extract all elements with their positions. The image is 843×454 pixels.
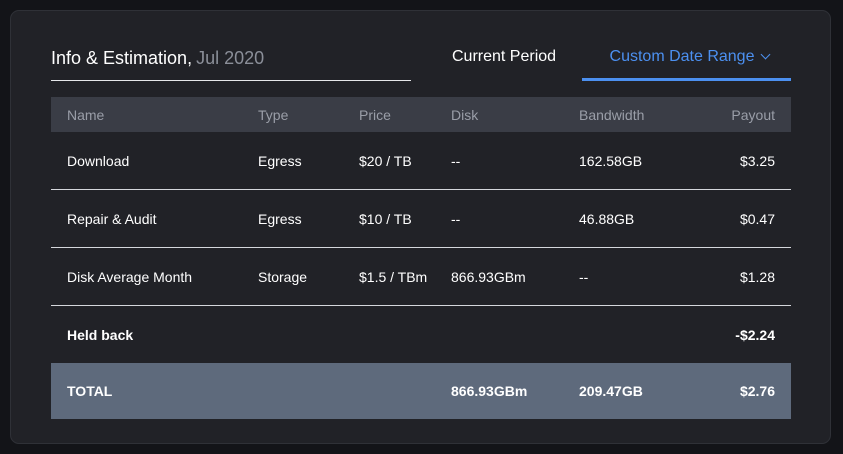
row-bandwidth: -- bbox=[579, 268, 589, 285]
total-row: TOTAL 866.93GBm 209.47GB $2.76 bbox=[51, 363, 791, 419]
period-text: Jul 2020 bbox=[196, 48, 265, 68]
row-price: $20 / TB bbox=[359, 152, 412, 169]
column-header-price: Price bbox=[359, 106, 391, 123]
row-type: Storage bbox=[258, 268, 308, 285]
column-header-name: Name bbox=[67, 106, 105, 123]
row-payout: $1.28 bbox=[739, 268, 775, 285]
total-bandwidth: 209.47GB bbox=[579, 383, 643, 399]
tab-current-period[interactable]: Current Period bbox=[452, 48, 556, 80]
tab-custom-date-range[interactable]: Custom Date Range bbox=[582, 48, 791, 81]
title-text: Info & Estimation, bbox=[51, 48, 193, 68]
row-disk: 866.93GBm bbox=[451, 268, 526, 285]
row-price: $10 / TB bbox=[359, 210, 412, 227]
table-row: Download Egress $20 / TB -- 162.58GB $3.… bbox=[51, 132, 791, 190]
row-bandwidth: 162.58GB bbox=[579, 152, 643, 169]
row-disk: -- bbox=[451, 152, 461, 169]
card-title: Info & Estimation, Jul 2020 bbox=[51, 48, 411, 81]
row-bandwidth: 46.88GB bbox=[579, 210, 635, 227]
row-payout: $3.25 bbox=[739, 152, 775, 169]
tab-custom-date-range-label: Custom Date Range bbox=[609, 48, 755, 65]
table-header-row: Name Type Price Disk Bandwidth Payout bbox=[51, 97, 791, 132]
total-label: TOTAL bbox=[67, 383, 113, 399]
chevron-down-icon bbox=[761, 49, 771, 60]
row-payout: $0.47 bbox=[739, 210, 775, 227]
tab-current-period-label: Current Period bbox=[452, 48, 557, 65]
column-header-bandwidth: Bandwidth bbox=[579, 106, 645, 123]
row-name: Repair & Audit bbox=[67, 210, 157, 227]
table-row: Repair & Audit Egress $10 / TB -- 46.88G… bbox=[51, 190, 791, 248]
held-back-payout: -$2.24 bbox=[735, 326, 775, 343]
table-row: Disk Average Month Storage $1.5 / TBm 86… bbox=[51, 248, 791, 306]
row-name: Download bbox=[67, 152, 130, 169]
row-type: Egress bbox=[258, 152, 302, 169]
held-back-row: Held back -$2.24 bbox=[51, 306, 791, 363]
estimation-table: Name Type Price Disk Bandwidth Payout Do… bbox=[51, 97, 791, 419]
row-price: $1.5 / TBm bbox=[359, 268, 428, 285]
total-payout: $2.76 bbox=[739, 383, 775, 399]
column-header-disk: Disk bbox=[451, 106, 479, 123]
column-header-type: Type bbox=[258, 106, 289, 123]
row-disk: -- bbox=[451, 210, 461, 227]
total-disk: 866.93GBm bbox=[451, 383, 528, 399]
column-header-payout: Payout bbox=[731, 106, 775, 123]
row-name: Disk Average Month bbox=[67, 268, 193, 285]
row-type: Egress bbox=[258, 210, 302, 227]
held-back-label: Held back bbox=[67, 326, 134, 343]
